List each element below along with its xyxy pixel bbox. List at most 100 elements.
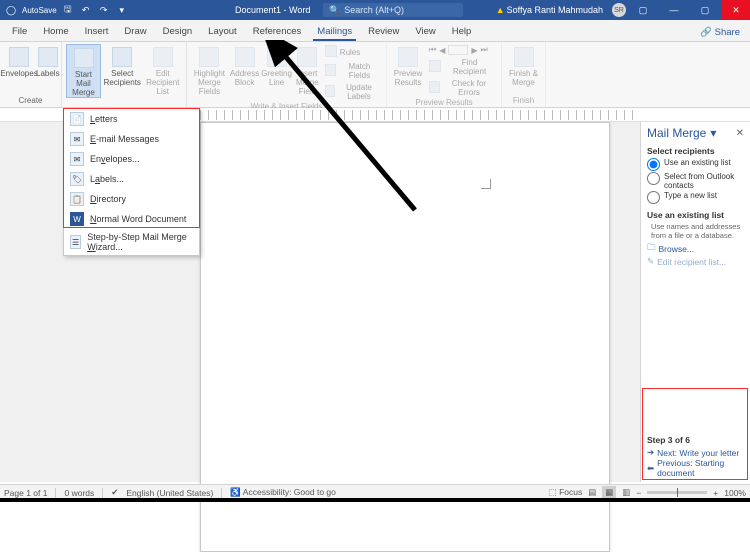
select-recipients-button[interactable]: Select Recipients (103, 44, 142, 98)
radio-outlook[interactable] (647, 172, 660, 185)
edit-icon: ✎ (647, 256, 654, 267)
radio-new[interactable] (647, 191, 660, 204)
save-icon[interactable]: 🖫 (61, 3, 75, 17)
edit-label: Edit recipient list... (657, 257, 726, 267)
find-recipient-button[interactable]: Find Recipient (427, 57, 497, 77)
opt-new-label: Type a new list (664, 191, 717, 200)
qat-more-icon[interactable]: ▾ (115, 3, 129, 17)
browse-icon: 🗀 (647, 242, 656, 256)
next-icon: ▶ (471, 46, 477, 55)
menu-labels[interactable]: 🏷Labels... (64, 169, 199, 189)
user-name: Soffya Ranti Mahmudah (507, 5, 603, 15)
language-indicator[interactable]: English (United States) (126, 488, 213, 498)
zoom-in-button[interactable]: + (713, 488, 718, 498)
word-count[interactable]: 0 words (64, 488, 94, 498)
undo-icon[interactable]: ↶ (79, 3, 93, 17)
check-errors-button[interactable]: Check for Errors (427, 78, 497, 98)
opt-outlook-label: Select from Outlook contacts (664, 172, 744, 190)
browse-link[interactable]: 🗀Browse... (647, 242, 744, 256)
tab-file[interactable]: File (4, 23, 35, 41)
tab-view[interactable]: View (407, 23, 443, 41)
zoom-out-button[interactable]: − (636, 488, 641, 498)
menu-letters[interactable]: 📄LLettersetters (64, 109, 199, 129)
edit-list-icon (153, 47, 173, 67)
minimize-button[interactable]: — (660, 0, 688, 20)
envelope2-icon: ✉ (70, 152, 84, 166)
start-mail-merge-button[interactable]: Start Mail Merge (66, 44, 101, 98)
highlight-icon (199, 47, 219, 67)
search-box[interactable]: 🔍 Search (Alt+Q) (323, 3, 463, 17)
pane-dropdown-icon[interactable]: ▾ (710, 126, 716, 140)
edit-recipient-link[interactable]: ✎Edit recipient list... (647, 256, 744, 267)
address-block-button[interactable]: Address Block (230, 44, 259, 102)
warning-icon: ▲ (496, 5, 505, 15)
menu-directory[interactable]: 📋Directory (64, 189, 199, 209)
nav-buttons[interactable]: ⏮◀▶⏭ (427, 44, 497, 56)
highlight-label: Highlight Merge Fields (191, 69, 228, 96)
group-create-label: Create (4, 96, 57, 106)
tab-insert[interactable]: Insert (77, 23, 117, 41)
label2-icon: 🏷 (70, 172, 84, 186)
prev-step-link[interactable]: ⬅Previous: Starting document (647, 458, 744, 478)
labels-button[interactable]: Labels (36, 44, 60, 78)
opt-existing[interactable]: Use an existing list (647, 158, 744, 171)
radio-existing[interactable] (647, 158, 660, 171)
zoom-slider[interactable] (647, 491, 707, 494)
view-read-icon[interactable]: ▤ (588, 487, 596, 498)
record-box[interactable] (448, 45, 468, 55)
highlight-fields-button[interactable]: Highlight Merge Fields (191, 44, 228, 102)
tab-home[interactable]: Home (35, 23, 76, 41)
view-web-icon[interactable]: ▥ (622, 487, 630, 498)
page-indicator[interactable]: Page 1 of 1 (4, 488, 47, 498)
avatar[interactable]: SR (612, 3, 626, 17)
mail-merge-pane: Mail Merge▾✕ Select recipients Use an ex… (640, 122, 750, 482)
opt-new[interactable]: Type a new list (647, 191, 744, 204)
email-icon: ✉ (70, 132, 84, 146)
spell-check-icon[interactable]: ✔ (111, 487, 118, 498)
label-icon (38, 47, 58, 67)
edit-rec-label: Edit Recipient List (144, 69, 183, 96)
envelopes-button[interactable]: Envelopes (4, 44, 34, 78)
menu-normal[interactable]: WNormal Word Document (64, 209, 199, 229)
labels-label: Labels (36, 69, 60, 78)
next-step-link[interactable]: ➔Next: Write your letter (647, 447, 744, 458)
page-margin-mark (481, 179, 491, 189)
menu-wizard[interactable]: ☰Step-by-Step Mail Merge Wizard... (64, 229, 199, 255)
recipients-icon (112, 47, 132, 67)
redo-icon[interactable]: ↷ (97, 3, 111, 17)
document-title: Document1 - Word (235, 5, 310, 15)
arrow-right-icon: ➔ (647, 447, 654, 458)
finish-label: Finish & Merge (506, 69, 541, 87)
tab-references[interactable]: References (245, 23, 310, 41)
autosave-toggle[interactable]: ◯ (4, 3, 18, 17)
edit-recipient-list-button[interactable]: Edit Recipient List (144, 44, 183, 98)
access-label: Accessibility: Good to go (243, 487, 336, 497)
tab-mailings[interactable]: Mailings (309, 23, 360, 41)
tab-review[interactable]: Review (360, 23, 407, 41)
next-label: Next: Write your letter (657, 448, 739, 458)
check-label: Check for Errors (443, 79, 495, 97)
focus-mode-button[interactable]: ⬚ Focus (549, 487, 583, 498)
opt-outlook[interactable]: Select from Outlook contacts (647, 172, 744, 190)
tab-help[interactable]: Help (444, 23, 480, 41)
zoom-level[interactable]: 100% (724, 488, 746, 498)
prev-icon: ◀ (439, 46, 445, 55)
tab-layout[interactable]: Layout (200, 23, 245, 41)
accessibility-indicator[interactable]: ♿ Accessibility: Good to go (230, 487, 336, 498)
maximize-button[interactable]: ▢ (691, 0, 719, 20)
account-warning[interactable]: ▲ Soffya Ranti Mahmudah (496, 5, 603, 15)
tab-draw[interactable]: Draw (116, 23, 154, 41)
arrow-left-icon: ⬅ (647, 463, 654, 474)
menu-email[interactable]: ✉E-mail Messages (64, 129, 199, 149)
ribbon-tabs: File Home Insert Draw Design Layout Refe… (0, 20, 750, 42)
ribbon-display-icon[interactable]: ▢ (629, 0, 657, 20)
pane-close-button[interactable]: ✕ (736, 128, 744, 139)
group-finish-label: Finish (506, 96, 541, 106)
finish-merge-button[interactable]: Finish & Merge (506, 44, 541, 87)
tab-design[interactable]: Design (155, 23, 201, 41)
close-button[interactable]: ✕ (722, 0, 750, 20)
menu-envelopes[interactable]: ✉Envelopes... (64, 149, 199, 169)
use-existing-sub: Use names and addresses from a file or a… (651, 222, 744, 240)
select-rec-label: Select Recipients (103, 69, 142, 87)
share-button[interactable]: 🔗 Share (694, 24, 746, 41)
